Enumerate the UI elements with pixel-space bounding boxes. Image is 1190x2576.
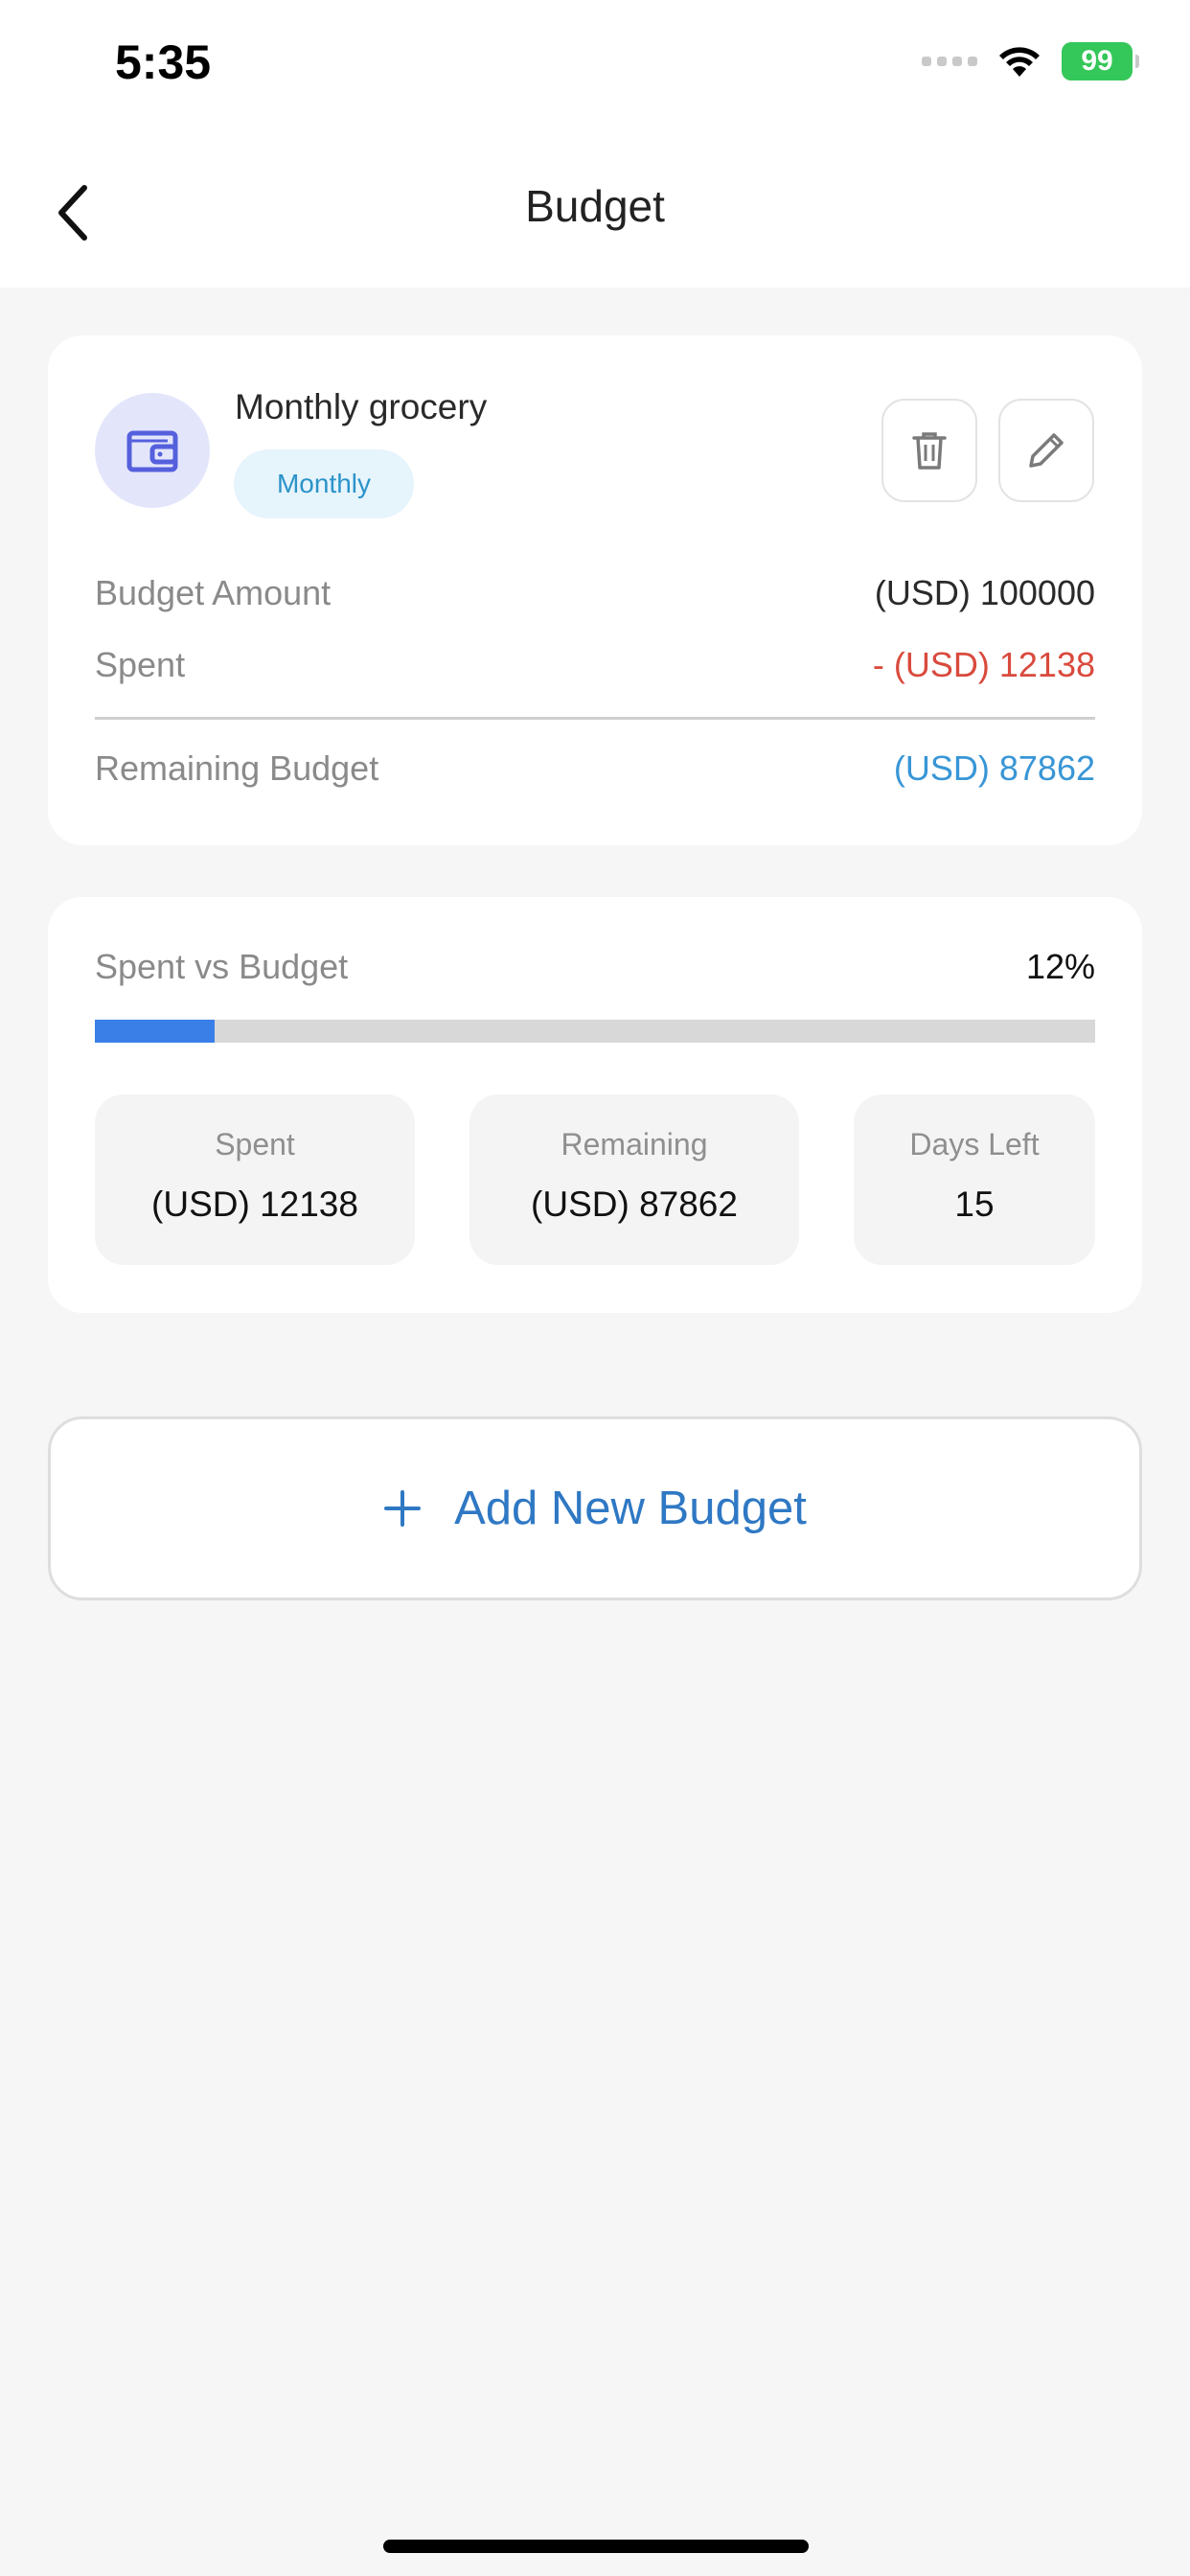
battery-level: 99 <box>1081 45 1113 77</box>
status-bar: 5:35 99 <box>0 0 1190 134</box>
status-time: 5:35 <box>115 35 212 89</box>
remaining-row: Remaining Budget (USD) 87862 <box>95 748 1095 789</box>
spent-row: Spent - (USD) 12138 <box>95 645 1095 685</box>
stat-days-left: Days Left 15 <box>854 1094 1095 1265</box>
page-title: Budget <box>525 181 665 231</box>
budget-amount-row: Budget Amount (USD) 100000 <box>95 573 1095 613</box>
spent-percent: 12% <box>1025 947 1095 986</box>
wallet-icon <box>126 430 178 472</box>
stat-spent-value: (USD) 12138 <box>151 1184 358 1224</box>
plus-icon <box>384 1490 422 1527</box>
wallet-avatar <box>95 393 210 508</box>
add-new-budget-label: Add New Budget <box>454 1483 807 1534</box>
period-badge: Monthly <box>234 449 414 518</box>
stat-remaining: Remaining (USD) 87862 <box>469 1094 799 1265</box>
budget-amount-label: Budget Amount <box>95 573 332 612</box>
wifi-icon <box>999 47 1040 77</box>
spent-label: Spent <box>95 645 186 684</box>
progress-card: Spent vs Budget 12% Spent (USD) 12138 Re… <box>48 897 1142 1313</box>
edit-budget-button[interactable] <box>998 399 1094 502</box>
remaining-label: Remaining Budget <box>95 748 379 788</box>
signal-icon <box>922 57 977 66</box>
pencil-icon <box>1029 433 1064 468</box>
budget-name: Monthly grocery <box>235 387 488 426</box>
delete-budget-button[interactable] <box>881 399 977 502</box>
stat-days-left-label: Days Left <box>909 1127 1040 1162</box>
stat-remaining-label: Remaining <box>561 1127 708 1162</box>
spent-vs-budget-label: Spent vs Budget <box>95 947 349 986</box>
battery-icon: 99 <box>1062 42 1139 80</box>
stat-remaining-value: (USD) 87862 <box>531 1184 738 1224</box>
status-icons: 99 <box>922 42 1139 80</box>
stat-days-left-value: 15 <box>954 1184 995 1224</box>
divider <box>95 717 1095 720</box>
spent-value: - (USD) 12138 <box>872 645 1095 684</box>
add-new-budget-button[interactable]: Add New Budget <box>48 1416 1142 1600</box>
stat-spent: Spent (USD) 12138 <box>95 1094 415 1265</box>
progress-bar <box>95 1020 1095 1043</box>
progress-fill <box>95 1020 216 1043</box>
budget-card[interactable]: Monthly grocery Monthly Budget Amount (U… <box>48 335 1142 845</box>
home-indicator[interactable] <box>383 2540 809 2553</box>
spent-vs-budget-row: Spent vs Budget 12% <box>95 947 1095 987</box>
nav-bar: Budget <box>0 134 1190 288</box>
trash-icon <box>912 432 947 470</box>
budget-amount-value: (USD) 100000 <box>874 573 1095 612</box>
stat-spent-label: Spent <box>215 1127 295 1162</box>
remaining-value: (USD) 87862 <box>893 748 1095 788</box>
